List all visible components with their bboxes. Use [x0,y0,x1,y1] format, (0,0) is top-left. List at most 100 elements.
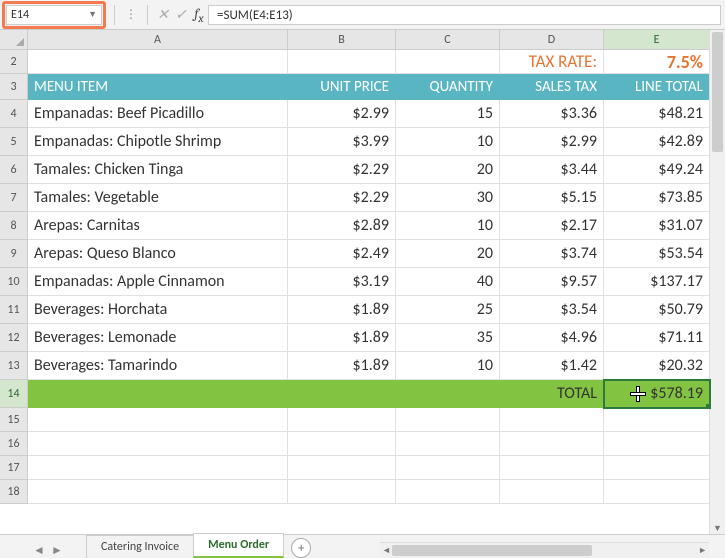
item-name[interactable]: Arepas: Carnitas [28,212,288,240]
tax-rate-label[interactable]: TAX RATE: [500,50,604,74]
column-header-C[interactable]: C [396,30,500,50]
cell[interactable] [288,408,396,432]
tab-nav-prev[interactable]: ◄ [30,543,48,558]
scroll-down-icon[interactable]: ▼ [710,523,725,534]
item-qty[interactable]: 10 [396,128,500,156]
item-total[interactable]: $53.54 [604,240,710,268]
cancel-icon[interactable]: ✕ [154,6,172,23]
vertical-scrollbar[interactable]: ▲ ▼ [709,30,725,534]
fx-icon[interactable]: fx [190,5,208,25]
item-qty[interactable]: 20 [396,240,500,268]
row-header-6[interactable]: 6 [0,156,28,184]
item-qty[interactable]: 25 [396,296,500,324]
item-price[interactable]: $2.29 [288,184,396,212]
cell[interactable] [396,480,500,504]
item-qty[interactable]: 10 [396,212,500,240]
cell[interactable] [500,456,604,480]
item-name[interactable]: Arepas: Queso Blanco [28,240,288,268]
table-header[interactable]: UNIT PRICE [288,74,396,100]
cell[interactable] [288,432,396,456]
row-header-5[interactable]: 5 [0,128,28,156]
item-tax[interactable]: $9.57 [500,268,604,296]
item-total[interactable]: $42.89 [604,128,710,156]
item-price[interactable]: $1.89 [288,296,396,324]
item-total[interactable]: $71.11 [604,324,710,352]
cell[interactable] [288,456,396,480]
cell[interactable] [288,480,396,504]
row-header-10[interactable]: 10 [0,268,28,296]
cell[interactable] [396,380,500,408]
cell[interactable] [604,456,710,480]
item-total[interactable]: $73.85 [604,184,710,212]
grid-body[interactable]: TAX RATE:7.5%MENU ITEMUNIT PRICEQUANTITY… [28,50,710,504]
cell[interactable] [28,432,288,456]
name-box[interactable]: E14 ▼ [6,5,102,25]
item-total[interactable]: $49.24 [604,156,710,184]
item-name[interactable]: Tamales: Chicken Tinga [28,156,288,184]
scroll-right-icon[interactable]: ► [698,543,707,558]
item-price[interactable]: $2.49 [288,240,396,268]
item-qty[interactable]: 30 [396,184,500,212]
cell[interactable] [500,408,604,432]
row-header-16[interactable]: 16 [0,432,28,456]
cell[interactable] [28,456,288,480]
item-price[interactable]: $3.19 [288,268,396,296]
vertical-dots-icon[interactable]: ⋮ [121,7,141,22]
cell[interactable] [28,408,288,432]
item-tax[interactable]: $3.36 [500,100,604,128]
cell[interactable] [500,480,604,504]
item-tax[interactable]: $3.54 [500,296,604,324]
item-name[interactable]: Empanadas: Beef Picadillo [28,100,288,128]
cell[interactable] [396,50,500,74]
total-value-cell[interactable]: $578.19 [604,380,710,408]
cell[interactable] [28,380,288,408]
table-header[interactable]: SALES TAX [500,74,604,100]
column-header-E[interactable]: E [604,30,710,50]
item-name[interactable]: Beverages: Tamarindo [28,352,288,380]
row-header-11[interactable]: 11 [0,296,28,324]
scroll-thumb[interactable] [712,32,723,152]
cell[interactable] [604,432,710,456]
row-header-3[interactable]: 3 [0,74,28,100]
item-total[interactable]: $48.21 [604,100,710,128]
item-tax[interactable]: $2.99 [500,128,604,156]
item-price[interactable]: $3.99 [288,128,396,156]
table-header[interactable]: QUANTITY [396,74,500,100]
tab-menu-order[interactable]: Menu Order [193,533,284,558]
tab-nav-next[interactable]: ► [48,543,66,558]
add-sheet-button[interactable]: + [291,538,311,558]
item-tax[interactable]: $4.96 [500,324,604,352]
horizontal-scrollbar[interactable]: ◄ ► [380,542,709,558]
cell[interactable] [288,380,396,408]
cell[interactable] [396,408,500,432]
column-header-A[interactable]: A [28,30,288,50]
cell[interactable] [28,480,288,504]
item-qty[interactable]: 15 [396,100,500,128]
item-tax[interactable]: $3.44 [500,156,604,184]
row-header-2[interactable]: 2 [0,50,28,74]
row-header-15[interactable]: 15 [0,408,28,432]
row-header-12[interactable]: 12 [0,324,28,352]
item-qty[interactable]: 20 [396,156,500,184]
item-tax[interactable]: $5.15 [500,184,604,212]
item-name[interactable]: Empanadas: Apple Cinnamon [28,268,288,296]
accept-icon[interactable]: ✓ [172,6,190,23]
scroll-left-icon[interactable]: ◄ [382,543,391,558]
item-total[interactable]: $137.17 [604,268,710,296]
row-header-9[interactable]: 9 [0,240,28,268]
cell[interactable] [604,408,710,432]
item-qty[interactable]: 10 [396,352,500,380]
formula-input[interactable]: =SUM(E4:E13) [208,5,721,25]
item-name[interactable]: Beverages: Lemonade [28,324,288,352]
row-header-14[interactable]: 14 [0,380,28,408]
tab-catering-invoice[interactable]: Catering Invoice [86,535,194,558]
row-header-17[interactable]: 17 [0,456,28,480]
item-price[interactable]: $1.89 [288,324,396,352]
item-price[interactable]: $2.99 [288,100,396,128]
item-qty[interactable]: 40 [396,268,500,296]
item-total[interactable]: $20.32 [604,352,710,380]
item-price[interactable]: $2.89 [288,212,396,240]
total-label[interactable]: TOTAL [500,380,604,408]
table-header[interactable]: LINE TOTAL [604,74,710,100]
item-total[interactable]: $31.07 [604,212,710,240]
